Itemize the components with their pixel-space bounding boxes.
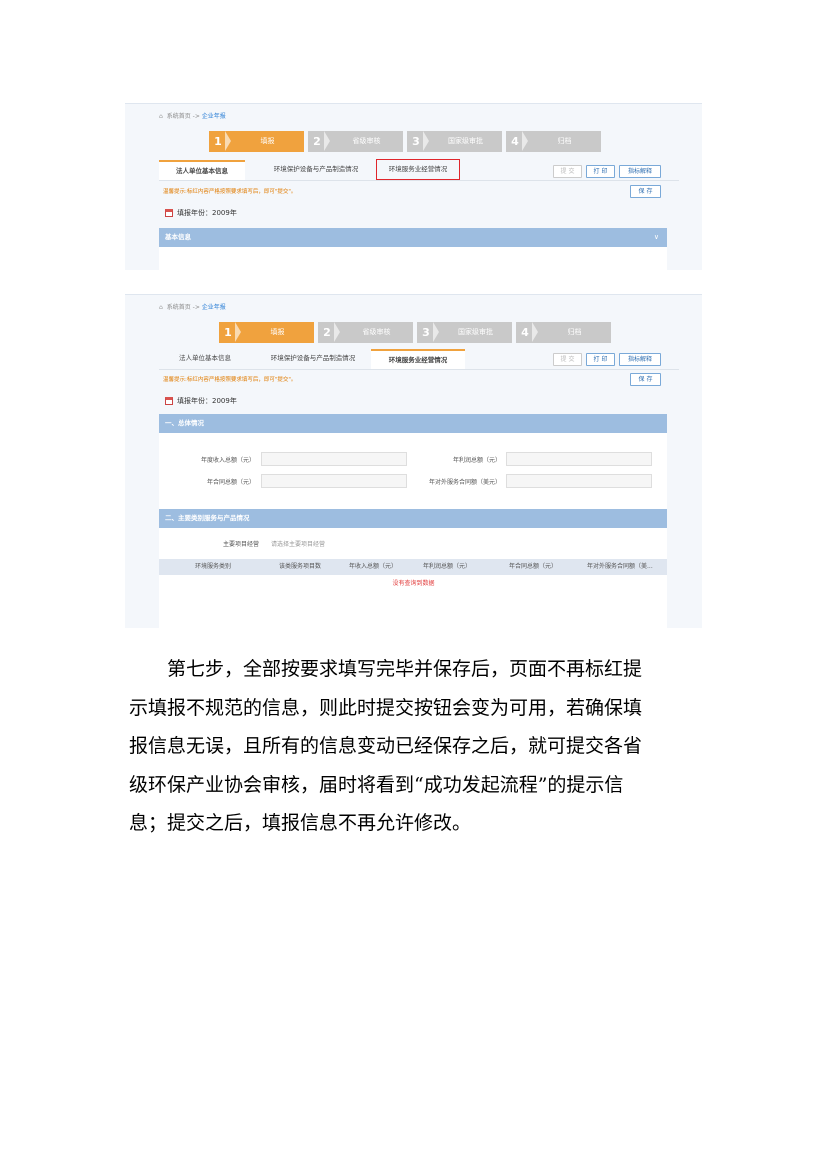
step-label: 填报 <box>270 328 285 336</box>
submit-button[interactable]: 提 交 <box>553 353 582 366</box>
instruction-paragraph: 第七步，全部按要求填写完毕并保存后，页面不再标红提 示填报不规范的信息，则此时提… <box>129 650 689 843</box>
save-button[interactable]: 保 存 <box>630 373 661 386</box>
field-label-foreign-contract: 年对外服务合同额（美元） <box>428 479 501 486</box>
calendar-icon <box>165 209 173 217</box>
breadcrumb-home[interactable]: 系统首页 <box>167 304 191 311</box>
column-header: 环境服务类别 <box>195 563 232 570</box>
step-label: 归档 <box>557 137 572 145</box>
section-title: 一、总体情况 <box>165 419 204 427</box>
warning-text: 温馨提示:标红内容严格按照要求填写后，即可"提交"。 <box>163 377 297 383</box>
main-project-label: 主要项目经营 <box>222 541 259 548</box>
report-year: 填报年份：2009年 <box>165 396 237 406</box>
paragraph-line: 示填报不规范的信息，则此时提交按钮会变为可用，若确保填 <box>129 696 643 719</box>
step-label: 国家级审批 <box>458 328 493 336</box>
step-national-approval: 3 国家级审批 <box>417 322 512 343</box>
column-header: 年利润总额（元） <box>423 563 472 570</box>
breadcrumb: ⌂ 系统首页 -> 企业年报 <box>159 302 226 311</box>
step-province-review: 2 省级审核 <box>308 131 403 152</box>
tab-env-service[interactable]: 环境服务业经营情况 <box>376 159 460 180</box>
section-body <box>159 247 667 270</box>
tab-basic-info[interactable]: 法人单位基本信息 <box>159 160 245 180</box>
step-archive: 4 归档 <box>516 322 611 343</box>
tab-env-service[interactable]: 环境服务业经营情况 <box>371 349 465 369</box>
warning-text: 温馨提示:标红内容严格按照要求填写后，即可"提交"。 <box>163 189 297 195</box>
print-button[interactable]: 打 印 <box>586 353 615 366</box>
field-label-profit: 年利润总额（元） <box>452 457 501 464</box>
report-year-text: 填报年份：2009年 <box>177 397 237 405</box>
breadcrumb-home[interactable]: 系统首页 <box>167 113 191 120</box>
revenue-input[interactable] <box>261 452 407 466</box>
step-archive: 4 归档 <box>506 131 601 152</box>
report-year: 填报年份：2009年 <box>165 208 237 218</box>
print-button[interactable]: 打 印 <box>586 165 615 178</box>
breadcrumb: ⌂ 系统首页 -> 企业年报 <box>159 111 226 120</box>
tab-basic-info[interactable]: 法人单位基本信息 <box>165 349 245 368</box>
step-progress: 1 填报 2 省级审核 3 国家级审批 4 归档 <box>219 322 619 343</box>
column-header: 年收入总额（元） <box>349 563 398 570</box>
contract-input[interactable] <box>261 474 407 488</box>
calendar-icon <box>165 397 173 405</box>
paragraph-line: 级环保产业协会审核，届时将看到“成功发起流程”的提示信 <box>129 773 624 796</box>
screenshot-1: ⌂ 系统首页 -> 企业年报 1 填报 2 省级审核 3 国家级审批 4 归档 法人单位… <box>125 103 702 270</box>
paragraph-line: 报信息无误，且所有的信息变动已经保存之后，就可提交各省 <box>129 735 643 757</box>
column-header: 该类服务项目数 <box>279 563 322 570</box>
step-progress: 1 填报 2 省级审核 3 国家级审批 4 归档 <box>209 131 609 152</box>
field-label-revenue: 年度收入总额（元） <box>200 457 255 464</box>
paragraph-line: 第七步，全部按要求填写完毕并保存后，页面不再标红提 <box>167 658 643 680</box>
explain-button[interactable]: 指标解释 <box>619 165 661 178</box>
step-province-review: 2 省级审核 <box>318 322 413 343</box>
section-title: 基本信息 <box>165 233 191 241</box>
empty-table-message: 没有查询到数据 <box>392 580 435 587</box>
step-label: 填报 <box>260 137 275 145</box>
save-button[interactable]: 保 存 <box>630 185 661 198</box>
chevron-down-icon: ∨ <box>653 233 659 241</box>
breadcrumb-current: 企业年报 <box>201 113 226 120</box>
step-national-approval: 3 国家级审批 <box>407 131 502 152</box>
screenshot-2: ⌂ 系统首页 -> 企业年报 1 填报 2 省级审核 3 国家级审批 4 归档 法人单位… <box>125 294 702 628</box>
table-header: 环境服务类别 该类服务项目数 年收入总额（元） 年利润总额（元） 年合同总额（元… <box>159 559 667 575</box>
home-icon: ⌂ <box>159 113 163 120</box>
column-header: 年对外服务合同额（美... <box>587 563 653 570</box>
tab-equipment[interactable]: 环境保护设备与产品制造情况 <box>251 349 375 368</box>
column-header: 年合同总额（元） <box>509 563 558 570</box>
profit-input[interactable] <box>506 452 652 466</box>
step-label: 归档 <box>567 328 582 336</box>
step-fill: 1 填报 <box>209 131 304 152</box>
section-header-services[interactable]: 二、主要类别服务与产品情况 <box>159 509 667 528</box>
step-fill: 1 填报 <box>219 322 314 343</box>
breadcrumb-sep: -> <box>192 304 200 311</box>
section-header-basic[interactable]: 基本信息 ∨ <box>159 228 667 247</box>
submit-button[interactable]: 提 交 <box>553 165 582 178</box>
explain-button[interactable]: 指标解释 <box>619 353 661 366</box>
section-header-overall[interactable]: 一、总体情况 <box>159 414 667 433</box>
field-label-contract: 年合同总额（元） <box>206 479 255 486</box>
home-icon: ⌂ <box>159 304 163 311</box>
main-project-select[interactable]: 请选择主要项目经营 <box>271 539 325 548</box>
tab-equipment[interactable]: 环境保护设备与产品制造情况 <box>251 160 381 179</box>
step-label: 国家级审批 <box>448 137 483 145</box>
step-label: 省级审核 <box>352 137 381 145</box>
section-title: 二、主要类别服务与产品情况 <box>165 514 250 522</box>
foreign-contract-input[interactable] <box>506 474 652 488</box>
report-year-text: 填报年份：2009年 <box>177 209 237 217</box>
breadcrumb-sep: -> <box>192 113 200 120</box>
breadcrumb-current: 企业年报 <box>201 304 226 311</box>
step-label: 省级审核 <box>362 328 391 336</box>
section-body-overall <box>159 433 667 509</box>
paragraph-line: 息；提交之后，填报信息不再允许修改。 <box>129 812 472 834</box>
